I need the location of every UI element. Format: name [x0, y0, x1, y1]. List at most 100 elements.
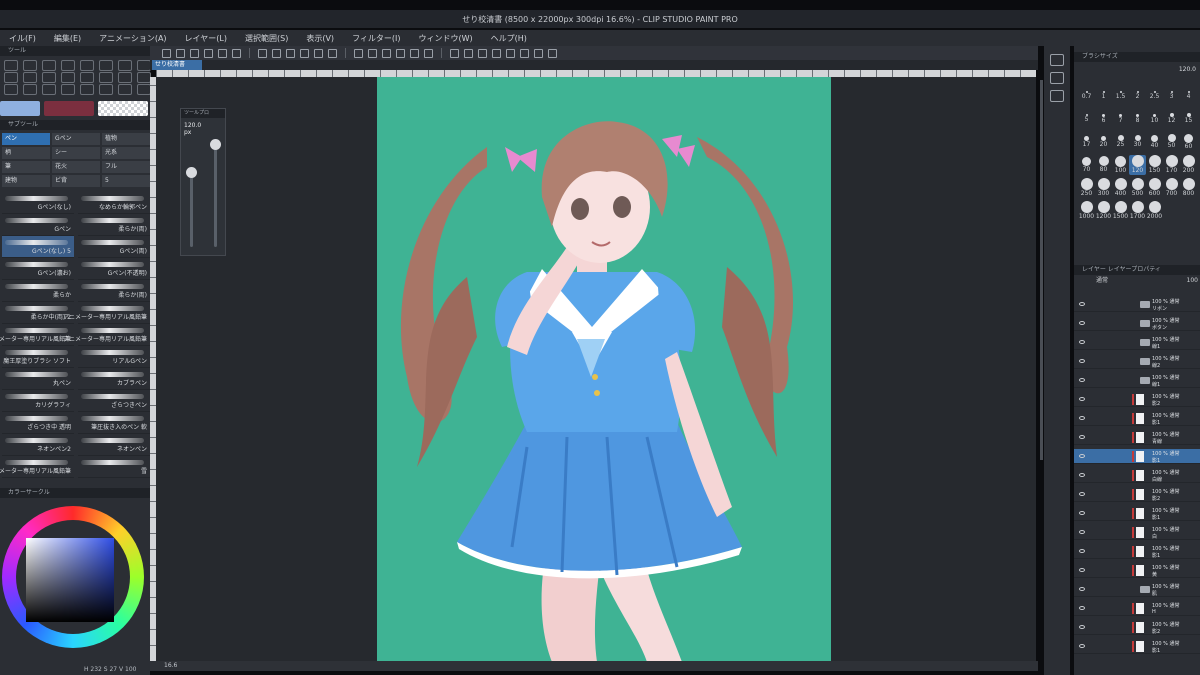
visibility-eye-icon[interactable] — [1079, 416, 1085, 420]
menu-item[interactable]: イル(F) — [0, 33, 45, 44]
command-icon[interactable] — [162, 48, 171, 58]
tool-icon[interactable] — [4, 72, 18, 83]
brush-item[interactable]: 魔王厚塗りブラシ ソフト — [2, 346, 74, 368]
command-icon[interactable] — [520, 48, 529, 58]
layer-row[interactable]: 100 % 通常肌 — [1074, 582, 1200, 597]
brush-size-option[interactable]: 170 — [1163, 155, 1180, 175]
visibility-eye-icon[interactable] — [1079, 549, 1085, 553]
command-icon[interactable] — [314, 48, 323, 58]
brush-item[interactable]: リアルGペン — [78, 346, 150, 368]
brush-item[interactable]: Gペン(両) — [78, 236, 150, 258]
menu-item[interactable]: 編集(E) — [45, 33, 90, 44]
brush-size-option[interactable]: 5 — [1078, 109, 1095, 129]
brush-item[interactable]: 筆圧抜き入のペン 軟 — [78, 412, 150, 434]
subtool-tab[interactable]: フル — [102, 161, 150, 173]
visibility-eye-icon[interactable] — [1079, 587, 1085, 591]
visibility-eye-icon[interactable] — [1079, 340, 1085, 344]
brush-size-option[interactable]: 25 — [1112, 132, 1129, 152]
tool-icon[interactable] — [99, 60, 113, 71]
subtool-tab[interactable]: シー — [52, 147, 100, 159]
menu-item[interactable]: アニメーション(A) — [90, 33, 175, 44]
layer-row[interactable]: 100 % 通常 線2 — [1074, 354, 1200, 369]
command-icon[interactable] — [354, 48, 363, 58]
command-icon[interactable] — [450, 48, 459, 58]
subtool-tab[interactable]: 植物 — [102, 133, 150, 145]
brush-item[interactable]: ネオンペン2 — [2, 434, 74, 456]
command-icon[interactable] — [204, 48, 213, 58]
command-icon[interactable] — [410, 48, 419, 58]
command-icon[interactable] — [534, 48, 543, 58]
layer-row[interactable]: 100 % 通常 H — [1074, 601, 1200, 616]
brush-item[interactable]: Gペン(なし) — [2, 192, 74, 214]
brush-size-option[interactable]: 10 — [1146, 109, 1163, 129]
command-icon[interactable] — [548, 48, 557, 58]
brush-item[interactable]: ざらつきペン — [78, 390, 150, 412]
command-icon[interactable] — [300, 48, 309, 58]
command-icon[interactable] — [424, 48, 433, 58]
subtool-tab[interactable]: 柄 — [2, 147, 50, 159]
visibility-eye-icon[interactable] — [1079, 435, 1085, 439]
brush-size-option[interactable]: 2.5 — [1146, 86, 1163, 106]
brush-size-option[interactable]: 1000 — [1078, 201, 1095, 221]
navigator-icon[interactable] — [1050, 54, 1064, 66]
layer-row[interactable]: 100 % 通常 影1 — [1074, 639, 1200, 654]
layer-row[interactable]: 100 % 通常 影1 — [1074, 449, 1200, 464]
subtool-tab[interactable]: ペン — [2, 133, 50, 145]
brush-size-option[interactable]: 1700 — [1129, 201, 1146, 221]
subtool-tab[interactable]: ビ背 — [52, 175, 100, 187]
tool-icon[interactable] — [42, 72, 56, 83]
brush-size-option[interactable]: 7 — [1112, 109, 1129, 129]
menu-item[interactable]: フィルター(I) — [343, 33, 409, 44]
brush-item[interactable]: アニメーター専用リアル風鉛筆 — [63, 324, 150, 346]
tool-icon[interactable] — [137, 72, 151, 83]
tool-icon[interactable] — [118, 60, 132, 71]
tool-icon[interactable] — [80, 60, 94, 71]
command-icon[interactable] — [478, 48, 487, 58]
brush-size-option[interactable]: 600 — [1146, 178, 1163, 198]
brush-item[interactable]: Gペン(なし) 5 — [2, 236, 74, 258]
subtool-tab[interactable]: 光系 — [102, 147, 150, 159]
visibility-eye-icon[interactable] — [1079, 625, 1085, 629]
history-icon[interactable] — [1050, 90, 1064, 102]
layer-row[interactable]: 100 % 通常 影1 — [1074, 411, 1200, 426]
command-icon[interactable] — [272, 48, 281, 58]
tool-icon[interactable] — [23, 60, 37, 71]
visibility-eye-icon[interactable] — [1079, 473, 1085, 477]
artwork-canvas[interactable] — [377, 77, 831, 662]
brush-item[interactable]: 柔らか(両) — [78, 214, 150, 236]
layer-row[interactable]: 100 % 通常 影1 — [1074, 544, 1200, 559]
layer-row[interactable]: 100 % 通常 影1 — [1074, 506, 1200, 521]
opacity-slider-knob[interactable] — [210, 139, 221, 150]
tool-icon[interactable] — [61, 60, 75, 71]
brush-item[interactable]: 雪 — [78, 456, 150, 478]
command-icon[interactable] — [176, 48, 185, 58]
brush-item[interactable]: カリグラフィ — [2, 390, 74, 412]
brush-size-option[interactable]: 200 — [1180, 155, 1197, 175]
tool-icon[interactable] — [61, 72, 75, 83]
brush-item[interactable]: 柔らか(両) — [78, 280, 150, 302]
brush-size-option[interactable]: 80 — [1095, 155, 1112, 175]
tool-icon[interactable] — [99, 72, 113, 83]
brush-size-option[interactable]: 0.7 — [1078, 86, 1095, 106]
brush-item[interactable]: カブラペン — [78, 368, 150, 390]
layer-row[interactable]: 100 % 通常 リボン — [1074, 297, 1200, 312]
tool-icon[interactable] — [80, 84, 94, 95]
tool-icon[interactable] — [42, 84, 56, 95]
tool-icon[interactable] — [23, 72, 37, 83]
canvas-scrollbar[interactable] — [1040, 80, 1043, 460]
layer-row[interactable]: 100 % 通常白 — [1074, 525, 1200, 540]
blend-mode-select[interactable]: 通常 — [1096, 277, 1108, 284]
material-icon[interactable] — [1050, 72, 1064, 84]
transparent-color-swatch[interactable] — [98, 101, 148, 116]
brush-size-option[interactable]: 70 — [1078, 155, 1095, 175]
brush-size-option[interactable]: 2000 — [1146, 201, 1163, 221]
brush-size-option[interactable]: 15 — [1180, 109, 1197, 129]
tool-icon[interactable] — [4, 84, 18, 95]
tool-icon[interactable] — [23, 84, 37, 95]
brush-size-option[interactable]: 17 — [1078, 132, 1095, 152]
brush-size-option[interactable]: 800 — [1180, 178, 1197, 198]
brush-item[interactable]: Gペン(不透明) — [78, 258, 150, 280]
brush-size-option[interactable]: 20 — [1095, 132, 1112, 152]
visibility-eye-icon[interactable] — [1079, 511, 1085, 515]
brush-item[interactable]: ざらつき中 透明 — [2, 412, 74, 434]
